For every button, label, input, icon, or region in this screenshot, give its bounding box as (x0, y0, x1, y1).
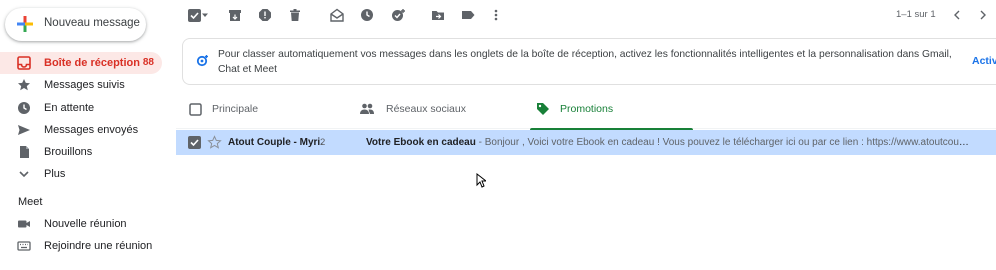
sidebar-item-label: Plus (44, 168, 66, 181)
smart-features-banner: Pour classer automatiquement vos message… (182, 38, 996, 85)
more-options-button[interactable] (488, 7, 504, 23)
clock-icon (361, 9, 373, 21)
archive-icon (229, 10, 241, 21)
inbox-tab-icon (188, 102, 202, 116)
checkbox-checked-icon (187, 8, 201, 22)
sidebar-item-label: Boîte de réception (44, 57, 140, 69)
toolbar (176, 0, 996, 30)
banner-text: Pour classer automatiquement vos message… (218, 49, 952, 75)
row-checkbox[interactable] (188, 136, 201, 149)
previous-page-button[interactable] (949, 7, 965, 23)
chevron-down-icon (17, 167, 31, 181)
send-icon (17, 123, 31, 137)
snooze-button[interactable] (359, 7, 375, 23)
mark-read-button[interactable] (329, 7, 345, 23)
tab-promotions[interactable]: Promotions (530, 91, 710, 130)
folder-move-icon (432, 11, 444, 20)
chevron-left-icon (954, 10, 960, 20)
chevron-right-icon (980, 10, 986, 20)
task-add-icon (391, 8, 405, 21)
report-spam-button[interactable] (257, 7, 273, 23)
video-icon (17, 217, 31, 231)
email-subject: Votre Ebook en cadeau (366, 137, 476, 148)
meet-item-label: Rejoindre une réunion (44, 240, 153, 253)
sidebar-item-label: Messages envoyés (44, 123, 139, 136)
add-to-tasks-button[interactable] (390, 7, 406, 23)
meet-new-meeting[interactable]: Nouvelle réunion (0, 213, 168, 235)
sidebar-item-label: Messages suivis (44, 79, 125, 92)
activate-button[interactable]: Activ (972, 55, 996, 67)
checkbox-checked-icon (190, 139, 199, 147)
compose-label: Nouveau message (44, 17, 140, 29)
tab-label: Promotions (560, 103, 614, 115)
meet-section-title: Meet (18, 196, 43, 208)
keyboard-icon (17, 239, 31, 253)
move-to-button[interactable] (430, 7, 446, 23)
mouse-cursor-icon (476, 173, 486, 188)
sidebar-item-starred[interactable]: Messages suivis (0, 74, 168, 96)
star-icon (17, 78, 31, 92)
label-icon (462, 11, 475, 19)
more-vert-icon (494, 9, 498, 21)
sidebar-item-inbox[interactable]: Boîte de réception 88 (0, 52, 162, 75)
spam-icon (259, 9, 271, 21)
sidebar-item-snoozed[interactable]: En attente (0, 97, 168, 119)
email-sender: Atout Couple - Myri. (228, 137, 323, 148)
people-icon (360, 102, 374, 116)
tab-reseaux-sociaux[interactable]: Réseaux sociaux (346, 91, 530, 129)
sidebar-item-label: En attente (44, 101, 95, 114)
archive-button[interactable] (227, 7, 243, 23)
plus-icon (17, 16, 33, 32)
tag-icon (536, 102, 550, 116)
star-outline-icon[interactable] (207, 135, 222, 150)
trash-icon (290, 9, 300, 21)
sidebar-nav: Boîte de réception 88 Messages suivis En… (0, 52, 168, 186)
tab-principale[interactable]: Principale (176, 91, 346, 129)
unread-count: 88 (142, 57, 154, 68)
sidebar-item-more[interactable]: Plus (0, 163, 168, 185)
email-snippet: - Bonjour , Voici votre Ebook en cadeau … (475, 137, 971, 148)
meet-list: Nouvelle réunion Rejoindre une réunion (0, 213, 168, 258)
pagination-text: 1–1 sur 1 (896, 9, 936, 20)
envelope-open-icon (330, 8, 344, 22)
tab-label: Principale (212, 103, 259, 115)
select-dropdown-button[interactable] (200, 7, 210, 23)
meet-item-label: Nouvelle réunion (44, 218, 127, 230)
clock-icon (17, 101, 31, 115)
sidebar-item-drafts[interactable]: Brouillons (0, 141, 168, 163)
sidebar-item-sent[interactable]: Messages envoyés (0, 119, 168, 141)
meet-join-meeting[interactable]: Rejoindre une réunion (0, 235, 168, 257)
thread-count: 2 (320, 137, 326, 148)
delete-button[interactable] (287, 7, 303, 23)
caret-down-icon (202, 13, 208, 17)
email-preview: Votre Ebook en cadeau - Bonjour , Voici … (366, 137, 971, 148)
draft-icon (17, 145, 31, 159)
email-row[interactable]: Atout Couple - Myri. 2 Votre Ebook en ca… (176, 130, 996, 155)
label-button[interactable] (460, 7, 476, 23)
sidebar-item-label: Brouillons (44, 146, 93, 159)
tab-label: Réseaux sociaux (386, 103, 466, 115)
inbox-tabs: Principale Réseaux sociaux Promotions (176, 91, 996, 130)
compose-button[interactable]: Nouveau message (5, 8, 146, 41)
smart-features-icon (196, 55, 208, 67)
inbox-icon (17, 56, 31, 70)
next-page-button[interactable] (975, 7, 991, 23)
